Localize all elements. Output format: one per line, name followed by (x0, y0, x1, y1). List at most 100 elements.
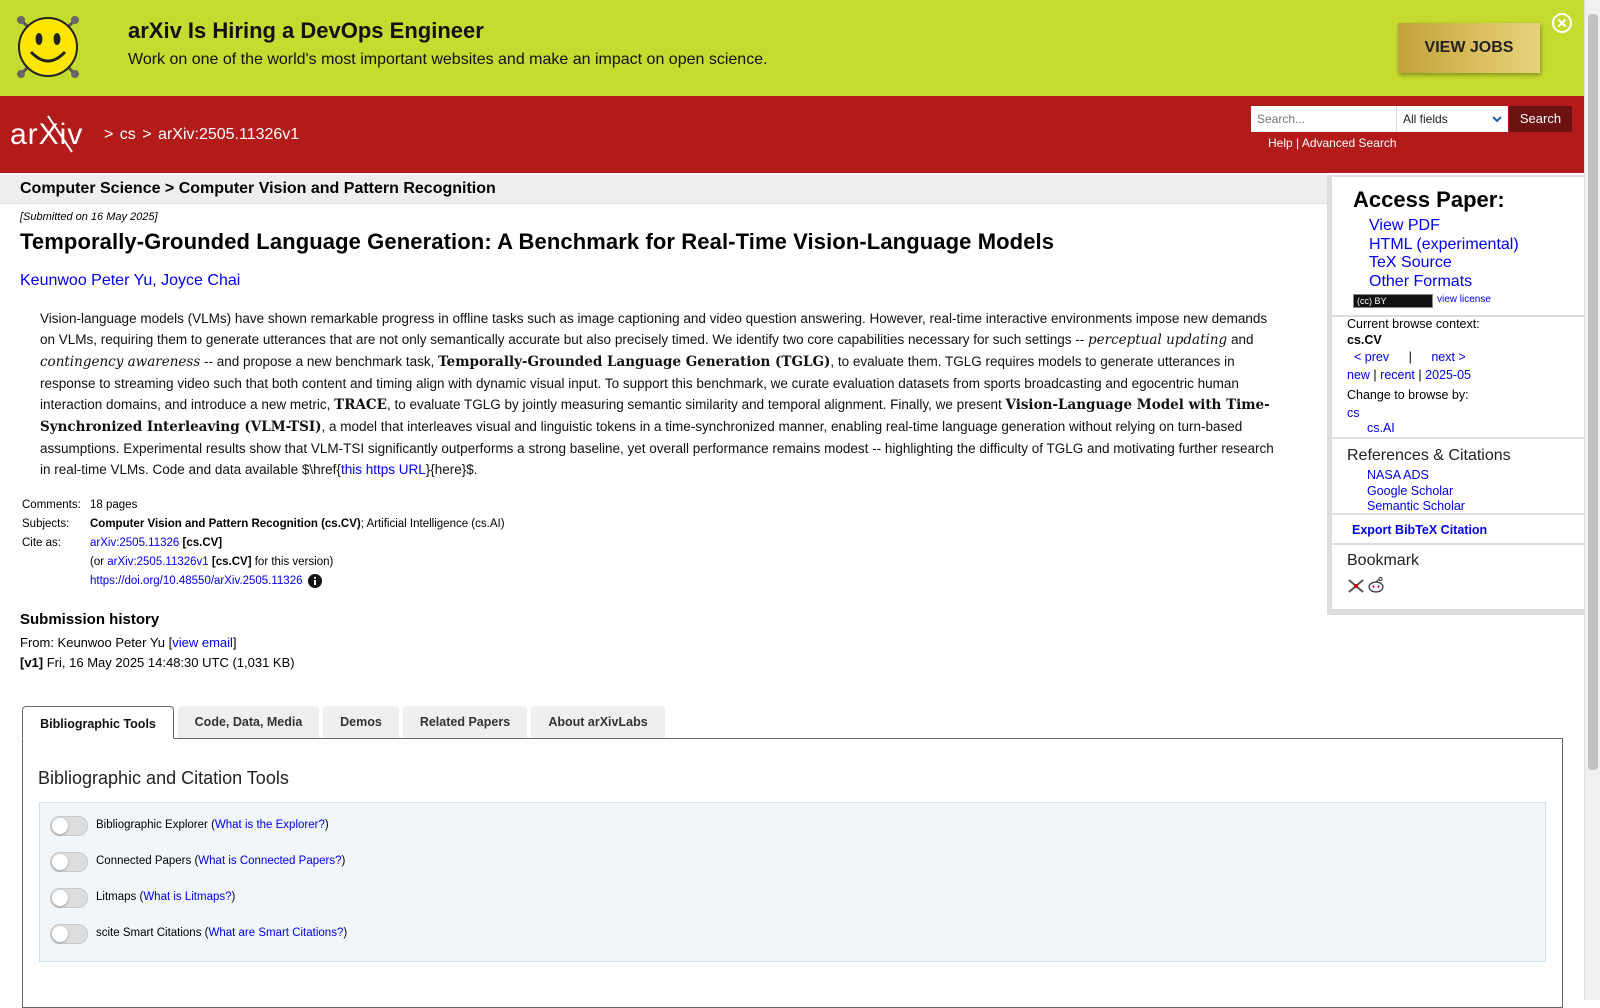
explorer-toggle[interactable] (50, 816, 88, 836)
info-icon[interactable] (308, 574, 323, 588)
from-suffix: ] (232, 635, 237, 650)
cite-version-tail: for this version) (251, 556, 334, 568)
other-formats-link[interactable]: Other Formats (1369, 273, 1519, 292)
abstract-math: TRACE (334, 397, 387, 413)
browse-listing-links: new | recent | 2025-05 (1347, 368, 1471, 382)
bookmark-block: Bookmark (1332, 545, 1584, 609)
tab-about-arxivlabs[interactable]: About arXivLabs (531, 706, 665, 738)
cc-license-badge[interactable]: (cc) BY (1353, 294, 1433, 308)
panel-title: Bibliographic and Citation Tools (38, 768, 289, 788)
abstract-text: , to evaluate TGLG by jointly measuring … (386, 397, 1006, 412)
abstract-text: Vision-language models (VLMs) have shown… (40, 311, 1268, 347)
cite-version-value: (or arXiv:2505.11326v1 [cs.CV] for this … (90, 556, 333, 568)
toggle-knob (52, 890, 68, 906)
abstract-text: and (1227, 332, 1254, 347)
view-email-link[interactable]: view email (172, 635, 233, 650)
listing-sep: | (1373, 368, 1377, 382)
site-header: arXiv > cs > arXiv:2505.11326v1 Search..… (0, 96, 1584, 173)
submission-history-title: Submission history (20, 611, 160, 628)
tool-name: Litmaps (96, 891, 137, 903)
advanced-search-link[interactable]: Advanced Search (1302, 136, 1397, 150)
view-jobs-button[interactable]: VIEW JOBS (1398, 23, 1540, 73)
primary-subject: Computer Vision and Pattern Recognition … (90, 518, 361, 530)
version-details: Fri, 16 May 2025 14:48:30 UTC (1,031 KB) (43, 655, 295, 670)
references-list: NASA ADS Google Scholar Semantic Scholar (1367, 468, 1465, 515)
cite-version-category: [cs.CV] (208, 556, 252, 568)
help-sep: | (1296, 136, 1300, 150)
tool-label: Litmaps (What is Litmaps?) (96, 891, 236, 903)
authors: Keunwoo Peter Yu, Joyce Chai (20, 272, 240, 290)
page-scrollbar[interactable] (1584, 0, 1600, 1000)
arxiv-logo[interactable]: arXiv (8, 114, 102, 154)
bibsonomy-icon[interactable] (1347, 578, 1365, 594)
comments-label: Comments: (22, 499, 81, 511)
tab-demos[interactable]: Demos (323, 706, 399, 738)
tool-name: Connected Papers (96, 855, 192, 867)
tab-bibliographic-tools[interactable]: Bibliographic Tools (22, 706, 174, 739)
month-link[interactable]: 2025-05 (1425, 368, 1471, 382)
access-links: View PDF HTML (experimental) TeX Source … (1369, 217, 1519, 291)
search-input[interactable]: Search... (1251, 106, 1396, 132)
tool-help-link[interactable]: What is the Explorer? (215, 819, 325, 831)
author-link[interactable]: Keunwoo Peter Yu (20, 272, 152, 289)
prev-next-sep: | (1408, 350, 1412, 364)
google-scholar-link[interactable]: Google Scholar (1367, 484, 1465, 500)
connected-papers-toggle[interactable] (50, 852, 88, 872)
author-link[interactable]: Joyce Chai (161, 272, 240, 289)
cite-version-link[interactable]: arXiv:2505.11326v1 (107, 556, 208, 568)
tool-name: scite Smart Citations (96, 927, 202, 939)
doi-link[interactable]: https://doi.org/10.48550/arXiv.2505.1132… (90, 575, 302, 587)
chevron-down-icon (1492, 116, 1502, 123)
change-browse-label: Change to browse by: (1347, 388, 1469, 402)
breadcrumb-cs[interactable]: cs (120, 126, 136, 143)
tab-code-data-media[interactable]: Code, Data, Media (178, 706, 319, 738)
cite-id-link[interactable]: arXiv:2505.11326 (90, 537, 179, 549)
view-pdf-link[interactable]: View PDF (1369, 217, 1519, 236)
reddit-icon[interactable] (1367, 576, 1385, 594)
cite-or: (or (90, 556, 108, 568)
from-text: From: Keunwoo Peter Yu [ (20, 635, 173, 650)
tool-help-link[interactable]: What is Connected Papers? (198, 855, 341, 867)
version-v1: [v1] Fri, 16 May 2025 14:48:30 UTC (1,03… (20, 655, 295, 670)
prev-next: < prev | next > (1354, 350, 1466, 364)
view-license-link[interactable]: view license (1437, 294, 1491, 305)
scite-toggle[interactable] (50, 924, 88, 944)
browse-cs-link[interactable]: cs (1347, 406, 1360, 420)
toggle-knob (52, 926, 68, 942)
browse-cs-ai-link[interactable]: cs.AI (1367, 421, 1395, 435)
subjects-label: Subjects: (22, 518, 70, 530)
paper-title: Temporally-Grounded Language Generation:… (20, 229, 1055, 254)
version-tag: [v1] (20, 655, 44, 670)
litmaps-toggle[interactable] (50, 888, 88, 908)
cite-value: arXiv:2505.11326 [cs.CV] (90, 537, 222, 549)
tab-related-papers[interactable]: Related Papers (403, 706, 527, 738)
help-link[interactable]: Help (1268, 136, 1293, 150)
scrollbar-thumb[interactable] (1588, 14, 1598, 770)
abstract-text: }{here}$. (425, 462, 478, 477)
new-link[interactable]: new (1347, 368, 1370, 382)
breadcrumb-sep: > (142, 126, 152, 143)
breadcrumb-sep: > (104, 126, 114, 143)
tool-help-link[interactable]: What is Litmaps? (143, 891, 231, 903)
search-button[interactable]: Search (1509, 106, 1572, 132)
nasa-ads-link[interactable]: NASA ADS (1367, 468, 1465, 484)
category-bar: Computer Science > Computer Vision and P… (0, 175, 1327, 204)
tool-help-link[interactable]: What are Smart Citations? (208, 927, 343, 939)
close-icon[interactable] (1551, 12, 1573, 34)
next-link[interactable]: next > (1431, 350, 1465, 364)
tex-source-link[interactable]: TeX Source (1369, 254, 1519, 273)
access-paper-block: Access Paper: View PDF HTML (experimenta… (1332, 177, 1584, 315)
prev-link[interactable]: < prev (1354, 350, 1389, 364)
toggle-knob (52, 818, 68, 834)
export-bibtex-link[interactable]: Export BibTeX Citation (1352, 523, 1487, 537)
submitted-date: [Submitted on 16 May 2025] (20, 211, 158, 223)
recent-link[interactable]: recent (1380, 368, 1415, 382)
submission-from: From: Keunwoo Peter Yu [view email] (20, 635, 237, 650)
semantic-scholar-link[interactable]: Semantic Scholar (1367, 499, 1465, 515)
code-url-link[interactable]: this https URL (341, 462, 426, 477)
html-link[interactable]: HTML (experimental) (1369, 236, 1519, 255)
search-field-select[interactable]: All fields (1396, 106, 1508, 132)
bibtex-block: Export BibTeX Citation (1332, 515, 1584, 543)
doi-value: https://doi.org/10.48550/arXiv.2505.1132… (90, 574, 323, 588)
comments-value: 18 pages (90, 499, 138, 511)
